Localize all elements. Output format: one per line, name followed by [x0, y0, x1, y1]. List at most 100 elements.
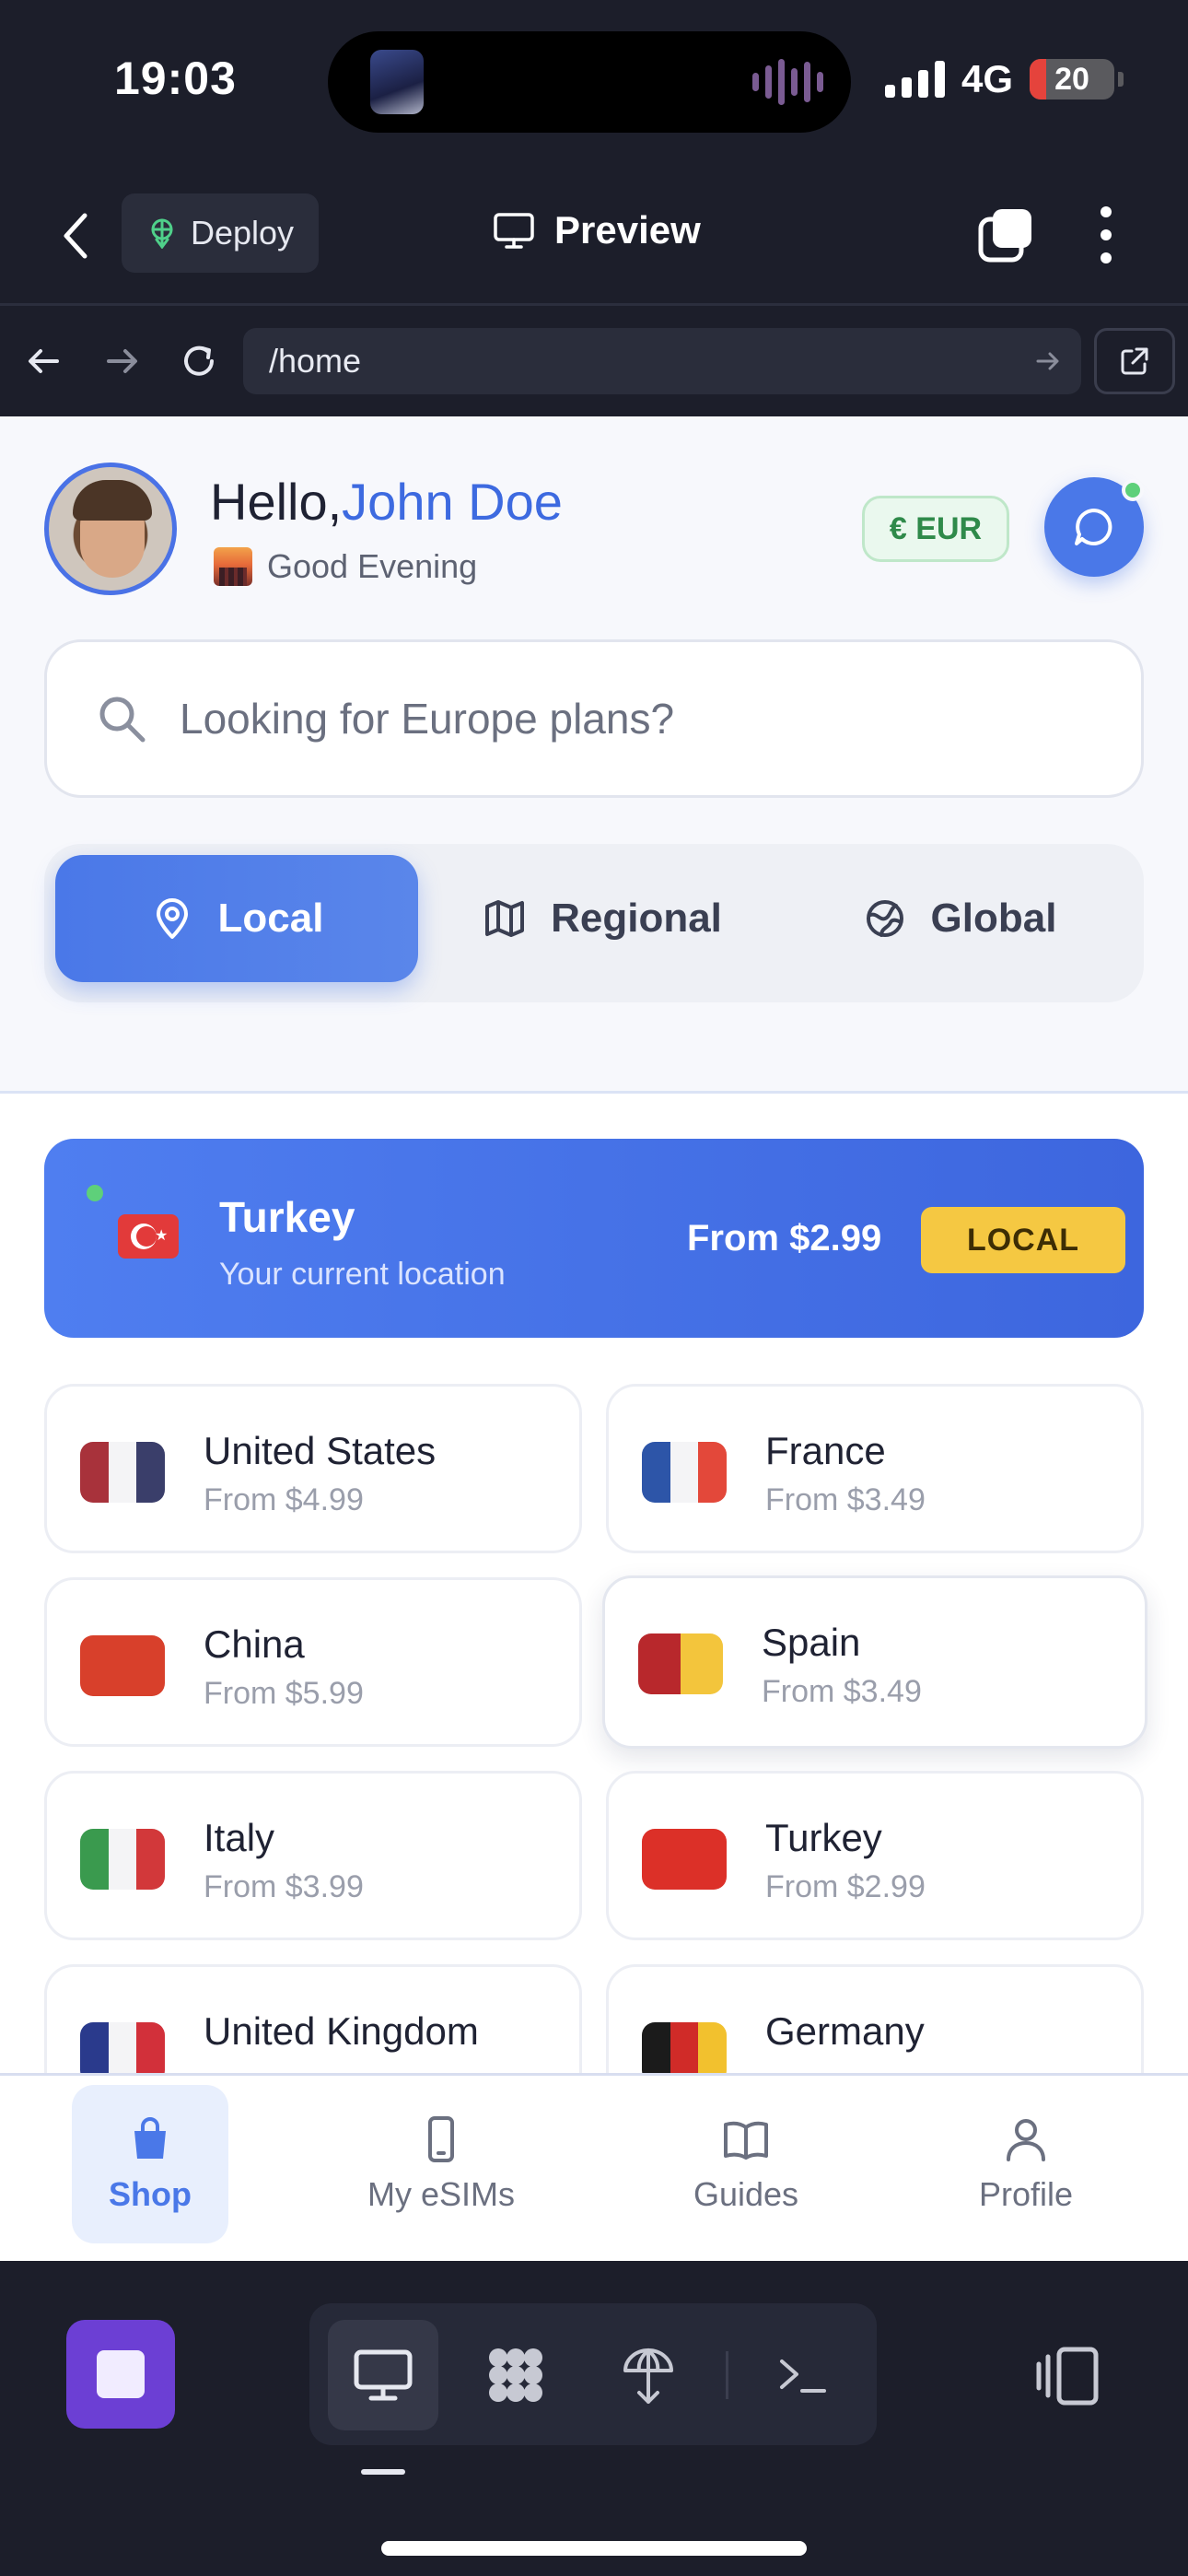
bottom-tab-bar: Shop My eSIMs Guides Profile	[0, 2073, 1188, 2261]
country-price: From $3.49	[765, 1482, 926, 1517]
search-input[interactable]	[180, 694, 1008, 744]
tabs-icon[interactable]	[978, 206, 1035, 263]
avatar-hair	[73, 480, 152, 521]
deploy-tool[interactable]	[593, 2320, 704, 2430]
country-card-china[interactable]: China From $5.99	[44, 1577, 582, 1747]
map-icon	[485, 900, 525, 937]
country-card-spain[interactable]: Spain From $3.49	[602, 1575, 1147, 1749]
device-toggle-icon[interactable]	[1033, 2344, 1101, 2408]
country-card-france[interactable]: France From $3.49	[606, 1384, 1144, 1553]
greeting: Hello,John Doe	[210, 472, 563, 532]
terminal-tool[interactable]	[748, 2320, 858, 2430]
tool-separator	[726, 2351, 728, 2399]
tab-shop-label: Shop	[109, 2175, 192, 2213]
active-tool-indicator	[361, 2469, 405, 2475]
tab-shop[interactable]: Shop	[72, 2085, 228, 2243]
local-badge: LOCAL	[921, 1207, 1125, 1273]
status-indicators: 4G 20	[884, 57, 1124, 101]
france-flag-icon	[642, 1442, 727, 1503]
browser-forward-icon[interactable]	[98, 337, 146, 385]
url-text: /home	[269, 342, 362, 380]
country-price: From $2.99	[765, 1869, 926, 1904]
reload-icon[interactable]	[175, 337, 223, 385]
country-name: China	[204, 1622, 305, 1666]
country-name: Turkey	[765, 1816, 882, 1859]
monitor-icon	[494, 213, 534, 249]
deploy-icon	[623, 2348, 673, 2404]
chat-bubble-icon	[1075, 509, 1112, 545]
currency-selector[interactable]: € EUR	[862, 496, 1009, 562]
country-card-united-states[interactable]: United States From $4.99	[44, 1384, 582, 1553]
turkey-flag-icon	[642, 1829, 727, 1890]
tab-profile[interactable]: Profile	[952, 2085, 1100, 2243]
italy-flag-icon	[80, 1829, 165, 1890]
country-card-turkey[interactable]: Turkey From $2.99	[606, 1771, 1144, 1940]
now-playing-thumbnail	[370, 50, 424, 114]
country-price: From $4.99	[204, 1482, 364, 1517]
china-flag-icon	[80, 1635, 165, 1696]
country-card-italy[interactable]: Italy From $3.99	[44, 1771, 582, 1940]
avatar[interactable]	[44, 463, 177, 595]
network-type: 4G	[961, 57, 1013, 100]
stop-icon	[97, 2350, 145, 2398]
city-sunset-icon	[214, 547, 252, 586]
segment-local[interactable]: Local	[55, 855, 418, 982]
signal-icon	[884, 61, 945, 98]
segment-global-label: Global	[930, 896, 1057, 941]
location-active-dot	[87, 1185, 103, 1201]
external-link-icon	[1121, 347, 1148, 375]
deploy-button[interactable]: Deploy	[122, 193, 319, 273]
chat-button[interactable]	[1044, 477, 1144, 577]
segment-regional[interactable]: Regional	[425, 855, 779, 982]
browser-back-icon[interactable]	[20, 337, 68, 385]
apps-tool[interactable]	[460, 2320, 571, 2430]
country-name: Spain	[762, 1621, 861, 1664]
shopping-bag-icon	[134, 2117, 166, 2159]
deploy-icon	[151, 218, 173, 249]
back-chevron-icon[interactable]	[57, 210, 94, 262]
country-name: France	[765, 1429, 886, 1472]
country-price: From $3.49	[762, 1674, 922, 1709]
home-indicator[interactable]	[381, 2541, 807, 2556]
subgreeting-text: Good Evening	[267, 547, 478, 585]
search-icon	[99, 697, 146, 743]
current-location-subtitle: Your current location	[219, 1257, 506, 1292]
country-price: From $5.99	[204, 1676, 364, 1711]
more-options-icon[interactable]	[1092, 206, 1120, 263]
subgreeting: Good Evening	[214, 547, 477, 586]
tab-my-esims[interactable]: My eSIMs	[354, 2085, 529, 2243]
current-location-price: From $2.99	[687, 1218, 882, 1259]
book-icon	[724, 2121, 768, 2160]
open-external-button[interactable]	[1094, 328, 1175, 394]
user-name: John Doe	[342, 473, 563, 531]
country-name: United Kingdom	[204, 2009, 479, 2053]
go-arrow-icon[interactable]	[1033, 346, 1063, 376]
terminal-icon	[780, 2359, 826, 2393]
dynamic-island[interactable]	[328, 31, 851, 133]
country-name: Germany	[765, 2009, 925, 2053]
current-country-name: Turkey	[219, 1193, 355, 1241]
country-name: Italy	[204, 1816, 275, 1859]
country-price: From $3.99	[204, 1869, 364, 1904]
globe-icon	[866, 900, 903, 937]
stop-button[interactable]	[66, 2320, 175, 2429]
preview-tool[interactable]	[328, 2320, 438, 2430]
search-bar[interactable]	[44, 639, 1144, 798]
tab-guides[interactable]: Guides	[672, 2085, 820, 2243]
battery-icon: 20	[1030, 59, 1114, 100]
current-location-card[interactable]: ★ Turkey Your current location From $2.9…	[44, 1139, 1144, 1338]
turkey-flag-icon: ★	[118, 1214, 179, 1259]
app-viewport: Hello,John Doe Good Evening € EUR Local	[0, 416, 1188, 2261]
apps-grid-icon	[489, 2348, 542, 2402]
ide-header: Deploy Preview	[0, 166, 1188, 306]
url-field[interactable]: /home	[243, 328, 1081, 394]
tab-guides-label: Guides	[693, 2175, 799, 2213]
battery-tip	[1118, 72, 1124, 87]
tool-group	[309, 2303, 877, 2445]
plan-type-selector: Local Regional Global	[44, 844, 1144, 1002]
preview-title: Preview	[492, 208, 701, 252]
battery-fill	[1030, 59, 1047, 100]
battery-level: 20	[1054, 61, 1089, 97]
monitor-icon	[354, 2349, 413, 2401]
segment-global[interactable]: Global	[786, 855, 1133, 982]
